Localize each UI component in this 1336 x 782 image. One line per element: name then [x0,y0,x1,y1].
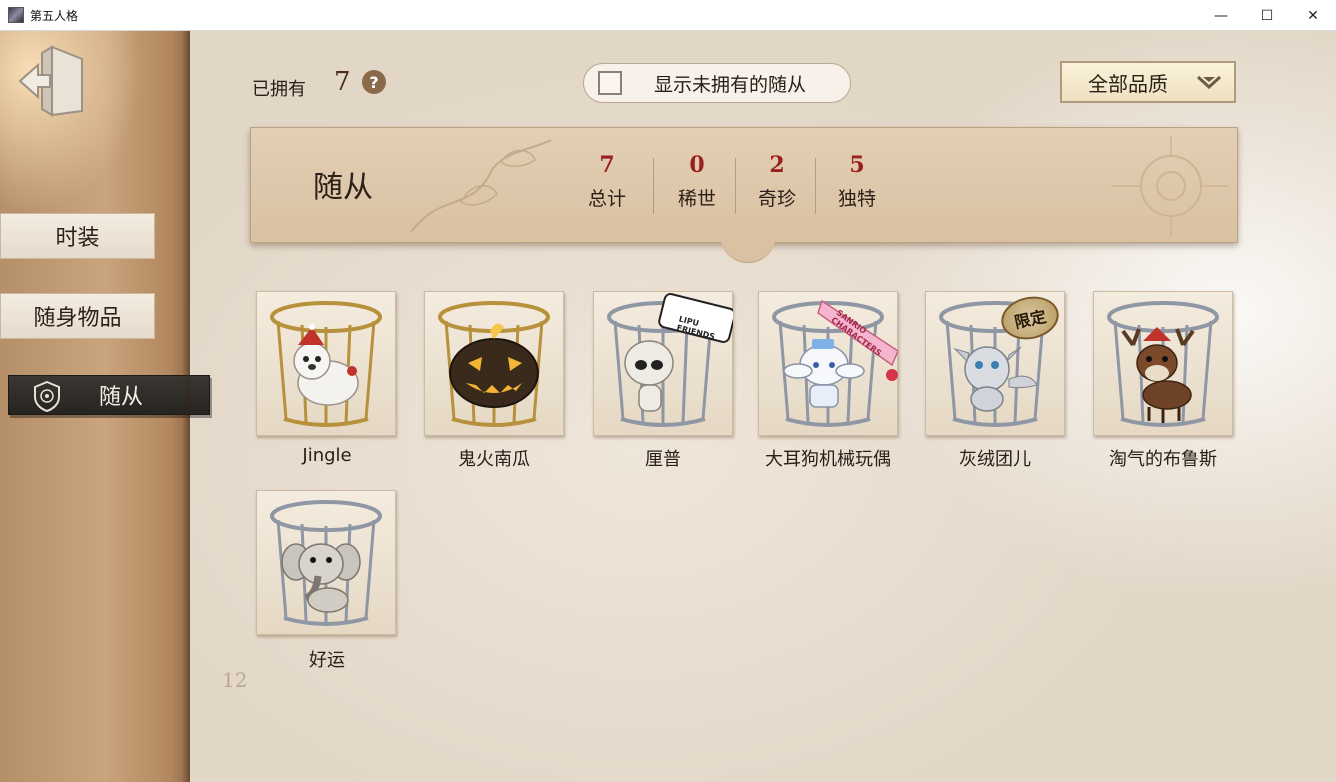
game-canvas: 时装 随身物品 随从 已拥有 7 ? 显示未拥有的随从 全部品质 随从 7 总计… [0,31,1336,782]
stat-label: 奇珍 [757,188,796,210]
banner-notch [720,235,776,263]
stat-total: 7 总计 [567,152,647,211]
jack-o-lantern-icon [438,301,550,427]
alien-doll-icon [607,293,733,427]
show-unowned-toggle[interactable]: 显示未拥有的随从 [583,63,851,103]
stat-label: 独特 [837,188,876,210]
window-title: 第五人格 [30,8,79,23]
stat-label: 总计 [587,188,626,210]
show-unowned-label: 显示未拥有的随从 [654,73,807,96]
close-button[interactable]: ✕ [1290,0,1336,31]
companion-name: 灰绒团儿 [959,449,1031,470]
stat-exotic: 2 奇珍 [737,152,817,211]
app-icon [8,7,24,23]
stat-rare: 0 稀世 [657,152,737,211]
stats-banner: 随从 7 总计 0 稀世 2 奇珍 5 独特 [250,127,1238,243]
companion-card-lipu[interactable]: LIPU FRIENDS [593,291,733,436]
sidebar-item-outfits[interactable]: 时装 [0,213,155,259]
left-panel: 时装 随身物品 随从 [0,31,210,782]
stat-divider [735,158,736,214]
companion-name: 淘气的布鲁斯 [1109,449,1217,470]
minimize-button[interactable]: — [1198,0,1244,31]
owned-label: 已拥有 [252,79,306,100]
chevron-down-icon [1196,75,1222,90]
banner-title: 随从 [313,170,373,205]
window-controls: — ☐ ✕ [1198,0,1336,31]
stat-label: 稀世 [677,188,716,210]
sidebar-item-accessories[interactable]: 随身物品 [0,293,155,339]
quality-filter-value: 全部品质 [1088,71,1168,96]
elephant-icon [270,500,382,626]
companion-card-grey-fluffball[interactable]: 限定 [925,291,1065,436]
ruler-mark: 12 [222,668,248,692]
reindeer-icon [1107,301,1219,427]
companion-card-good-luck[interactable] [256,490,396,635]
owned-count: 7 [334,67,351,97]
white-dog-icon [270,301,382,427]
maximize-button[interactable]: ☐ [1244,0,1290,31]
stat-value: 5 [849,152,865,178]
sidebar-item-companions[interactable]: 随从 [8,375,210,415]
floral-ornament-right [1111,136,1229,236]
companion-crest-icon [34,380,60,412]
stat-value: 0 [689,152,705,178]
help-icon[interactable]: ? [362,70,386,94]
show-unowned-checkbox[interactable] [598,71,622,95]
companion-name: 大耳狗机械玩偶 [765,449,891,470]
companion-card-cinnamoroll[interactable]: SANRIO CHARACTERS [758,291,898,436]
cinnamoroll-icon [772,299,898,427]
sidebar-item-label: 随身物品 [33,306,122,331]
stat-divider [815,158,816,214]
companion-card-ghostfire-pumpkin[interactable] [424,291,564,436]
stat-unique: 5 独特 [817,152,897,211]
exit-button[interactable] [16,43,86,117]
stat-value: 7 [599,152,615,178]
quality-filter-dropdown[interactable]: 全部品质 [1060,61,1236,103]
window-titlebar: 第五人格 — ☐ ✕ [0,0,1336,31]
floral-ornament-left [410,139,552,233]
sidebar-item-label: 时装 [55,226,100,251]
exit-door-icon [18,45,83,117]
sidebar-item-label: 随从 [99,385,144,410]
stat-divider [653,158,654,214]
companion-name: Jingle [302,445,352,466]
companion-name: 厘普 [645,449,681,470]
companion-name: 好运 [309,650,345,671]
companion-name: 鬼火南瓜 [458,449,530,470]
companion-card-jingle[interactable] [256,291,396,436]
stat-value: 2 [769,152,785,178]
companion-card-naughty-bruce[interactable] [1093,291,1233,436]
